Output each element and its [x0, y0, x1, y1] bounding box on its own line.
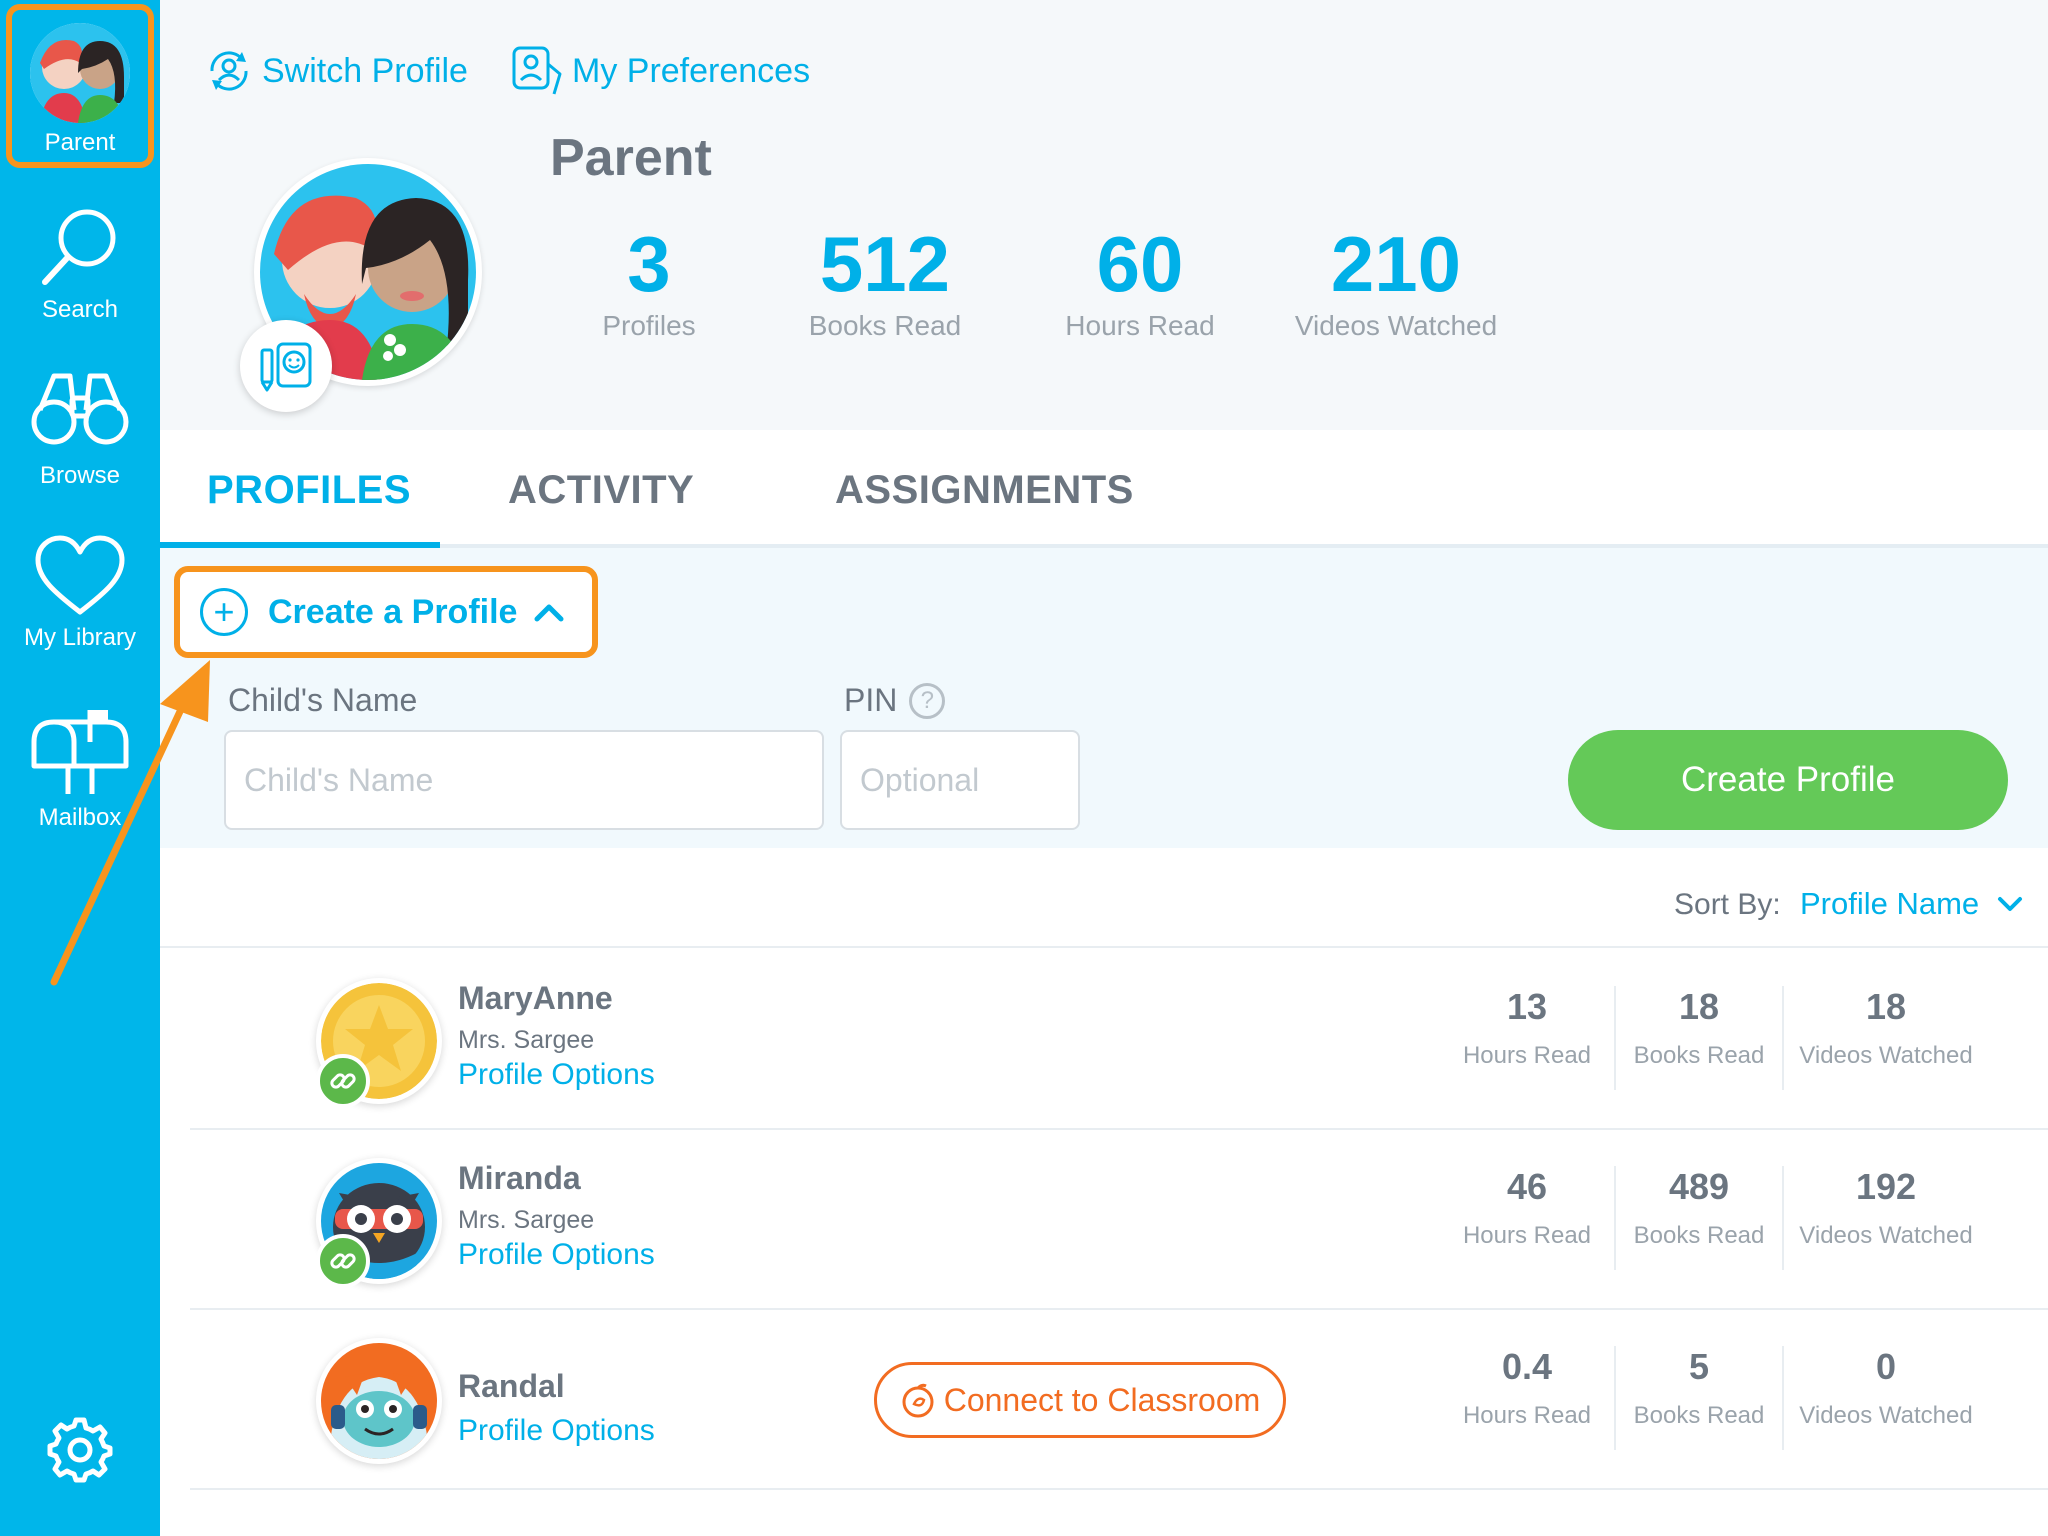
- chevron-down-icon: [1998, 897, 2023, 911]
- sidebar-item-browse[interactable]: Browse: [0, 366, 160, 490]
- pin-input[interactable]: [840, 730, 1080, 830]
- classroom-link-icon: [316, 1234, 370, 1288]
- settings-button[interactable]: [0, 1416, 160, 1484]
- stat-hours-read: 60 Hours Read: [1065, 220, 1215, 341]
- profile-stat-hours-read: 0.4 Hours Read: [1462, 1346, 1592, 1429]
- sort-dropdown[interactable]: Profile Name: [1800, 886, 2023, 922]
- sidebar-item-search[interactable]: Search: [0, 200, 160, 324]
- preferences-icon: [512, 46, 562, 95]
- profile-stat-videos-watched: 0 Videos Watched: [1799, 1346, 1973, 1429]
- profile-stat-hours-read: 13 Hours Read: [1462, 986, 1592, 1069]
- stat-books-read: 512 Books Read: [808, 220, 962, 341]
- profile-options-link[interactable]: Profile Options: [458, 1058, 655, 1092]
- profile-name: MaryAnne: [458, 980, 613, 1016]
- help-icon[interactable]: ?: [909, 682, 946, 719]
- edit-avatar-button[interactable]: [240, 320, 332, 412]
- childs-name-input[interactable]: [224, 730, 824, 830]
- childs-name-label: Child's Name: [228, 682, 418, 718]
- profile-stat-books-read: 489 Books Read: [1614, 1166, 1784, 1270]
- stat-videos-watched: 210 Videos Watched: [1294, 220, 1498, 341]
- profile-header: Switch Profile My Preferences Parent 3 P…: [160, 0, 2048, 430]
- highlight-box: [6, 4, 154, 168]
- pin-label: PIN: [844, 682, 898, 718]
- create-profile-button[interactable]: Create Profile: [1568, 730, 2008, 830]
- page-title: Parent: [550, 129, 712, 187]
- profile-row: MaryAnne Mrs. Sargee Profile Options 13 …: [190, 950, 2048, 1130]
- apple-icon: [902, 1383, 934, 1418]
- sort-bar: Sort By: Profile Name: [160, 848, 2048, 948]
- sidebar-item-parent[interactable]: Parent: [0, 0, 160, 172]
- tab-profiles[interactable]: PROFILES: [207, 468, 411, 513]
- plus-icon: +: [200, 588, 248, 636]
- heart-icon: [35, 535, 125, 615]
- profile-stat-books-read: 5 Books Read: [1614, 1346, 1784, 1450]
- profile-stat-hours-read: 46 Hours Read: [1462, 1166, 1592, 1249]
- switch-profile-link[interactable]: Switch Profile: [202, 44, 468, 98]
- profile-teacher: Mrs. Sargee: [458, 1026, 595, 1054]
- gear-icon: [47, 1417, 113, 1483]
- avatar-edit-icon: [260, 342, 312, 392]
- profile-options-link[interactable]: Profile Options: [458, 1238, 655, 1272]
- create-profile-panel: + Create a Profile Child's Name PIN ? Cr…: [160, 548, 2048, 848]
- switch-profile-icon: [210, 51, 248, 91]
- tab-assignments[interactable]: ASSIGNMENTS: [835, 468, 1134, 513]
- pin-label-group: PIN ?: [844, 682, 946, 719]
- profile-teacher: Mrs. Sargee: [458, 1206, 595, 1234]
- create-profile-toggle[interactable]: + Create a Profile: [174, 566, 598, 658]
- sidebar-item-label: Search: [41, 296, 119, 323]
- stat-profiles: 3 Profiles: [602, 220, 696, 341]
- my-preferences-link[interactable]: My Preferences: [510, 44, 810, 98]
- sidebar-item-my-library[interactable]: My Library: [0, 534, 160, 652]
- connect-to-classroom-button[interactable]: Connect to Classroom: [874, 1362, 1286, 1438]
- profile-stat-videos-watched: 192 Videos Watched: [1799, 1166, 1973, 1249]
- profile-stat-books-read: 18 Books Read: [1614, 986, 1784, 1090]
- sidebar-item-label: Browse: [39, 462, 121, 489]
- profile-stat-videos-watched: 18 Videos Watched: [1799, 986, 1973, 1069]
- tutorial-arrow: [50, 660, 210, 986]
- profile-row: Randal Profile Options Connect to Classr…: [190, 1310, 2048, 1490]
- sidebar-item-label: My Library: [23, 624, 137, 651]
- tab-bar: PROFILES ACTIVITY ASSIGNMENTS: [160, 430, 2048, 548]
- chevron-up-icon: [534, 604, 564, 622]
- profile-row: Miranda Mrs. Sargee Profile Options 46 H…: [190, 1130, 2048, 1310]
- profile-options-link[interactable]: Profile Options: [458, 1414, 655, 1448]
- profile-name: Miranda: [458, 1160, 581, 1196]
- binoculars-icon: [31, 373, 129, 445]
- profile-avatar[interactable]: [316, 1338, 442, 1464]
- sort-label: Sort By:: [1674, 888, 1781, 921]
- search-icon: [42, 209, 116, 285]
- profile-name: Randal: [458, 1368, 565, 1404]
- classroom-link-icon: [316, 1054, 370, 1108]
- tab-activity[interactable]: ACTIVITY: [508, 468, 694, 513]
